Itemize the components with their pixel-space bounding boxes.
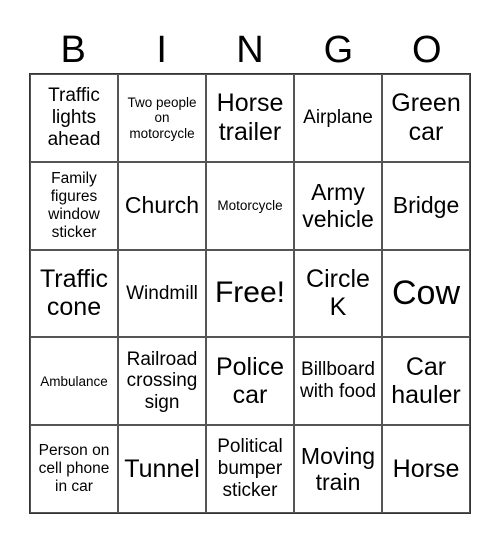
bingo-cell[interactable]: Moving train [294,425,382,513]
bingo-cell[interactable]: Bridge [382,161,470,250]
bingo-cell[interactable]: Car hauler [382,337,470,426]
bingo-cell[interactable]: Church [118,161,206,250]
header-letter-g: G [323,29,354,71]
header-letter-n: N [236,29,264,71]
bingo-cell[interactable]: Motorcycle [206,161,294,250]
bingo-cell[interactable]: Horse [382,425,470,513]
bingo-cell[interactable]: Windmill [118,249,206,338]
bingo-cell[interactable]: Traffic lights ahead [30,74,118,162]
bingo-cell[interactable]: Tunnel [118,425,206,513]
bingo-cell[interactable]: Political bumper sticker [206,425,294,513]
bingo-cell[interactable]: Railroad crossing sign [118,337,206,426]
bingo-cell[interactable]: Green car [382,74,470,162]
bingo-cell-free[interactable]: Free! [206,249,294,338]
bingo-cell[interactable]: Police car [206,337,294,426]
header-letter-i: I [156,29,167,71]
bingo-cell[interactable]: Cow [382,249,470,338]
bingo-cell[interactable]: Person on cell phone in car [30,425,118,513]
bingo-cell[interactable]: Airplane [294,74,382,162]
bingo-header: B I N G O [29,28,471,73]
bingo-cell[interactable]: Circle K [294,249,382,338]
header-letter-o: O [412,29,442,71]
bingo-cell[interactable]: Army vehicle [294,161,382,250]
bingo-cell[interactable]: Family figures window sticker [30,161,118,250]
bingo-cell[interactable]: Traffic cone [30,249,118,338]
bingo-grid: Traffic lights ahead Two people on motor… [29,73,471,514]
bingo-cell[interactable]: Ambulance [30,337,118,426]
bingo-cell[interactable]: Billboard with food [294,337,382,426]
bingo-cell[interactable]: Horse trailer [206,74,294,162]
bingo-cell[interactable]: Two people on motorcycle [118,74,206,162]
header-letter-b: B [60,29,86,71]
